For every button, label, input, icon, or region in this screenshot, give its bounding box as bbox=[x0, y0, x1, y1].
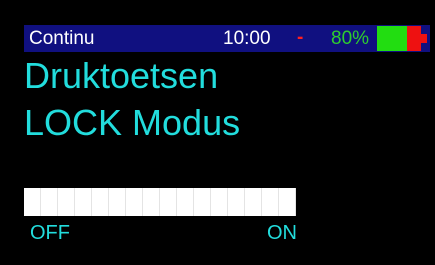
battery-terminal bbox=[421, 34, 427, 43]
lock-mode-toggle[interactable] bbox=[24, 188, 296, 216]
battery-percentage: 80% bbox=[331, 28, 370, 49]
battery-charge-fill bbox=[377, 26, 407, 51]
toggle-off-label: OFF bbox=[30, 222, 70, 244]
status-bar: Continu 10:00 - 80% bbox=[24, 25, 430, 52]
measurement-mode-label: Continu bbox=[29, 28, 95, 49]
page-subtitle: LOCK Modus bbox=[24, 102, 241, 143]
page-title: Druktoetsen bbox=[24, 55, 219, 96]
battery-empty-portion bbox=[407, 26, 421, 51]
battery-icon bbox=[377, 26, 429, 51]
device-screen: Continu 10:00 - 80% Druktoetsen LOCK Mod… bbox=[0, 0, 435, 265]
toggle-on-label: ON bbox=[267, 222, 297, 244]
clock-time: 10:00 bbox=[223, 28, 271, 49]
status-separator: - bbox=[297, 27, 304, 48]
